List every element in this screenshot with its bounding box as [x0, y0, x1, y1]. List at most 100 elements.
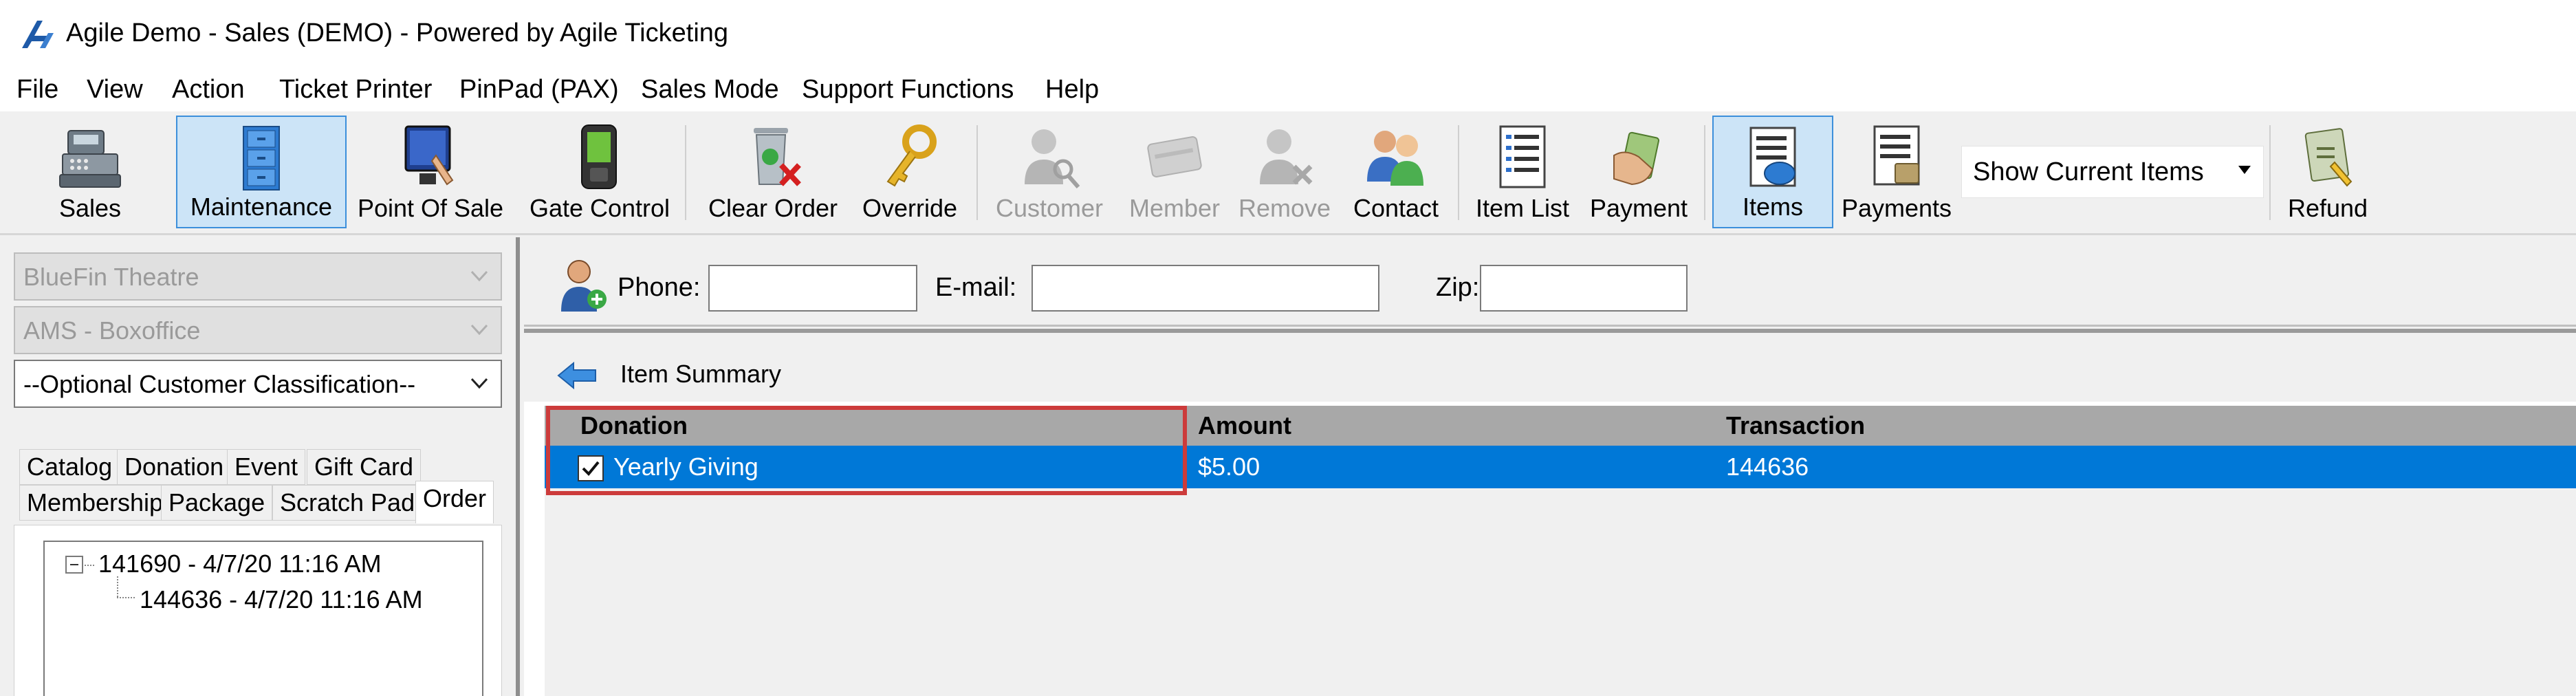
remove-label: Remove [1238, 194, 1331, 222]
member-label: Member [1128, 194, 1221, 222]
menu-support-functions[interactable]: Support Functions [802, 72, 1014, 107]
items-view-icon [1749, 127, 1796, 187]
touchscreen-icon [404, 125, 454, 186]
remove-person-icon [1260, 129, 1313, 185]
chevron-down-icon [470, 270, 488, 282]
caret-down-icon[interactable] [2238, 166, 2251, 174]
chevron-down-icon [470, 324, 488, 336]
payment-button[interactable]: Payment [1582, 116, 1696, 228]
location-select[interactable]: AMS - Boxoffice [14, 306, 502, 354]
sales-label: Sales [58, 194, 122, 222]
tab-catalog[interactable]: Catalog [19, 449, 120, 485]
menu-help[interactable]: Help [1045, 72, 1099, 107]
item-summary-panel: Item Summary Donation Amount Transaction… [524, 329, 2576, 696]
tab-event[interactable]: Event [227, 449, 306, 485]
order-tree: 141690 - 4/7/20 11:16 AM 144636 - 4/7/20… [43, 541, 483, 696]
row-checkbox[interactable] [578, 455, 604, 481]
tree-node-order[interactable]: 141690 - 4/7/20 11:16 AM [98, 547, 382, 580]
menu-pinpad[interactable]: PinPad (PAX) [459, 72, 619, 107]
add-customer-icon [561, 260, 607, 312]
member-card-icon [1147, 136, 1202, 177]
cash-register-icon [59, 130, 121, 188]
sales-button[interactable]: Sales [43, 116, 138, 228]
items-button[interactable]: Items [1712, 116, 1833, 228]
items-label: Items [1742, 193, 1803, 221]
customer-label: Customer [995, 194, 1104, 222]
item-list-button[interactable]: Item List [1467, 116, 1578, 228]
view-select[interactable]: Show Current Items [1961, 146, 2264, 198]
clear-order-button[interactable]: Clear Order [700, 116, 846, 228]
agile-logo-icon [22, 21, 54, 48]
item-summary-grid: Donation Amount Transaction Yearly Givin… [545, 406, 2576, 696]
toolbar-separator [1704, 125, 1705, 220]
contact-label: Contact [1353, 194, 1439, 222]
tab-scratch-pad[interactable]: Scratch Pad [272, 485, 423, 521]
menu-sales-mode[interactable]: Sales Mode [641, 72, 779, 107]
menu-action[interactable]: Action [172, 72, 245, 107]
menu-file[interactable]: File [17, 72, 58, 107]
organization-value: BlueFin Theatre [23, 263, 199, 291]
menu-bar: File View Action Ticket Printer PinPad (… [0, 66, 2576, 111]
cell-donation: Yearly Giving [613, 453, 758, 481]
contact-button[interactable]: Contact [1344, 116, 1448, 228]
payments-label: Payments [1841, 194, 1952, 222]
left-pane: BlueFin Theatre AMS - Boxoffice --Option… [0, 237, 520, 696]
zip-input[interactable] [1480, 265, 1688, 312]
tab-package[interactable]: Package [161, 485, 273, 521]
location-value: AMS - Boxoffice [23, 316, 201, 345]
point-of-sale-button[interactable]: Point Of Sale [353, 116, 507, 228]
phone-label: Phone: [618, 273, 701, 302]
organization-select[interactable]: BlueFin Theatre [14, 252, 502, 301]
column-header-amount[interactable]: Amount [1198, 409, 1291, 443]
member-button[interactable]: Member [1118, 116, 1231, 228]
column-header-transaction[interactable]: Transaction [1726, 409, 1865, 443]
back-arrow-icon[interactable] [557, 360, 598, 391]
toolbar-separator [1458, 125, 1459, 220]
customer-classification-select[interactable]: --Optional Customer Classification-- [14, 360, 502, 408]
customer-lookup-bar: Phone: E-mail: Zip: [524, 237, 2576, 327]
customer-button[interactable]: Customer [987, 116, 1111, 228]
tree-connector [117, 576, 118, 597]
gate-control-button[interactable]: Gate Control [523, 116, 677, 228]
handheld-scanner-icon [581, 124, 617, 189]
payments-view-icon [1873, 125, 1920, 186]
column-header-donation[interactable]: Donation [580, 409, 688, 443]
refund-icon [2304, 128, 2353, 187]
phone-input[interactable] [708, 265, 917, 312]
toolbar-separator [2269, 125, 2271, 220]
collapse-icon[interactable] [65, 556, 83, 574]
tab-order[interactable]: Order [415, 481, 494, 523]
item-list-label: Item List [1475, 194, 1570, 222]
tree-node-transaction[interactable]: 144636 - 4/7/20 11:16 AM [140, 583, 423, 616]
item-summary-header: Item Summary [524, 333, 2576, 402]
contacts-icon [1367, 131, 1423, 186]
override-button[interactable]: Override [854, 116, 965, 228]
email-input[interactable] [1032, 265, 1379, 312]
view-select-value: Show Current Items [1973, 157, 2204, 186]
payments-button[interactable]: Payments [1840, 116, 1953, 228]
refund-button[interactable]: Refund [2279, 116, 2377, 228]
override-label: Override [862, 194, 958, 222]
zip-label: Zip: [1436, 273, 1480, 302]
item-summary-title: Item Summary [620, 360, 782, 388]
tab-membership[interactable]: Membership [19, 485, 171, 521]
key-icon [886, 124, 937, 187]
item-list-icon [1499, 125, 1546, 188]
window-title: Agile Demo - Sales (DEMO) - Powered by A… [66, 19, 729, 47]
remove-button[interactable]: Remove [1238, 116, 1331, 228]
tree-connector [117, 597, 135, 598]
email-label: E-mail: [935, 273, 1017, 302]
tab-gift-card[interactable]: Gift Card [307, 449, 422, 485]
table-row[interactable]: Yearly Giving $5.00 144636 [545, 446, 2576, 488]
tab-donation[interactable]: Donation [117, 449, 232, 485]
gate-control-label: Gate Control [529, 194, 670, 222]
maintenance-button[interactable]: Maintenance [176, 116, 347, 228]
menu-ticket-printer[interactable]: Ticket Printer [279, 72, 432, 107]
menu-view[interactable]: View [87, 72, 143, 107]
cell-transaction: 144636 [1726, 453, 1809, 481]
clear-order-label: Clear Order [708, 194, 838, 222]
grid-header: Donation Amount Transaction [545, 406, 2576, 446]
cell-amount: $5.00 [1198, 453, 1260, 481]
toolbar-separator [685, 125, 686, 220]
refund-label: Refund [2287, 194, 2368, 222]
